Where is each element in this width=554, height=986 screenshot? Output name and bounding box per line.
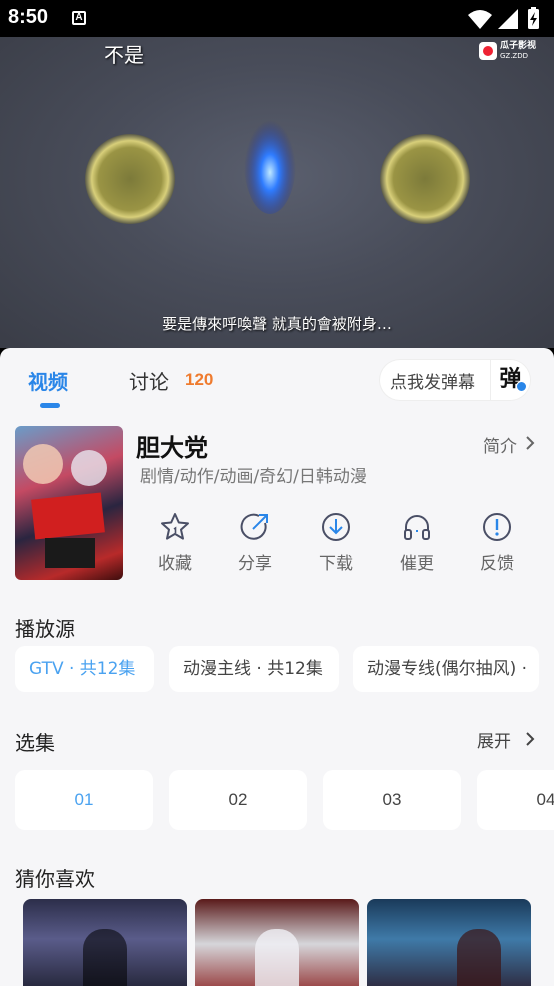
- watermark-sub: GZ.ZDD: [499, 52, 529, 60]
- recommend-title: 猜你喜欢: [15, 867, 95, 891]
- detail-sheet: 视频 讨论 120 点我发弹幕 弹 胆大党 剧情/动作/动画/奇幻/日韩动漫 简…: [0, 348, 554, 986]
- intro-link[interactable]: 简介: [483, 432, 517, 457]
- signal-icon: [498, 9, 518, 29]
- right-orb: [380, 134, 470, 224]
- recommend-card[interactable]: [367, 899, 531, 986]
- blue-flame: [244, 110, 296, 214]
- episode-button[interactable]: 01: [15, 770, 153, 830]
- sources-title: 播放源: [15, 617, 75, 641]
- tab-video[interactable]: 视频: [28, 366, 68, 395]
- source-anime-special[interactable]: 动漫专线(偶尔抽风) ·: [353, 646, 539, 692]
- danmu-toggle-button[interactable]: 弹: [490, 360, 530, 400]
- feedback-button[interactable]: 反馈: [457, 511, 537, 574]
- episode-button[interactable]: 04: [477, 770, 554, 830]
- share-button[interactable]: 分享: [215, 511, 295, 574]
- download-button[interactable]: 下载: [296, 511, 376, 574]
- action-row: 收藏 分享 下载 催更 反馈: [135, 511, 540, 581]
- collect-button[interactable]: 收藏: [135, 511, 215, 574]
- episode-button[interactable]: 02: [169, 770, 307, 830]
- video-frame: [85, 110, 470, 224]
- status-bar: 8:50 A: [0, 0, 554, 37]
- video-top-subtitle: 不是: [104, 43, 144, 67]
- watermark-name: 瓜子影视: [499, 41, 536, 51]
- recommend-card[interactable]: [195, 899, 359, 986]
- show-genres: 剧情/动作/动画/奇幻/日韩动漫: [140, 467, 367, 487]
- urge-update-label: 催更: [400, 554, 434, 574]
- status-time: 8:50: [8, 6, 49, 28]
- video-subtitle: 要是傳來呼喚聲 就真的會被附身…: [162, 315, 392, 333]
- share-icon: [240, 513, 268, 540]
- headphones-icon: [404, 515, 430, 540]
- danmu-bar[interactable]: 点我发弹幕 弹: [380, 360, 530, 400]
- watermark: 瓜子影视 GZ.ZDD: [478, 41, 536, 61]
- source-anime-main[interactable]: 动漫主线 · 共12集: [169, 646, 339, 692]
- episodes-title: 选集: [15, 731, 55, 755]
- status-icons: [468, 7, 539, 29]
- episode-button[interactable]: 03: [323, 770, 461, 830]
- watermark-logo-icon: [478, 42, 497, 60]
- urge-update-button[interactable]: 催更: [377, 511, 457, 574]
- expand-link[interactable]: 展开: [477, 727, 511, 752]
- recommend-card[interactable]: [23, 899, 187, 986]
- discussion-count: 120: [185, 370, 214, 389]
- wifi-icon: [468, 10, 492, 29]
- show-poster[interactable]: [15, 426, 123, 580]
- chevron-right-icon[interactable]: [524, 730, 536, 748]
- chevron-right-icon[interactable]: [524, 434, 536, 452]
- download-icon: [322, 513, 350, 541]
- share-label: 分享: [238, 554, 272, 574]
- source-gtv[interactable]: GTV · 共12集: [15, 646, 154, 692]
- left-orb: [85, 134, 175, 224]
- feedback-icon: [483, 513, 511, 541]
- battery-charging-icon: [528, 7, 539, 29]
- tab-indicator: [40, 403, 60, 408]
- check-badge-icon: [516, 381, 527, 392]
- tab-discussion[interactable]: 讨论: [129, 366, 169, 395]
- feedback-label: 反馈: [480, 554, 514, 574]
- star-icon: [161, 513, 189, 540]
- video-player[interactable]: 不是 瓜子影视 GZ.ZDD 要是傳來呼喚聲 就真的會被附身…: [0, 37, 554, 348]
- show-title: 胆大党: [136, 434, 208, 462]
- danmu-input[interactable]: 点我发弹幕: [380, 368, 490, 393]
- download-label: 下载: [319, 554, 353, 574]
- notification-icon: A: [72, 11, 86, 25]
- collect-label: 收藏: [158, 554, 192, 574]
